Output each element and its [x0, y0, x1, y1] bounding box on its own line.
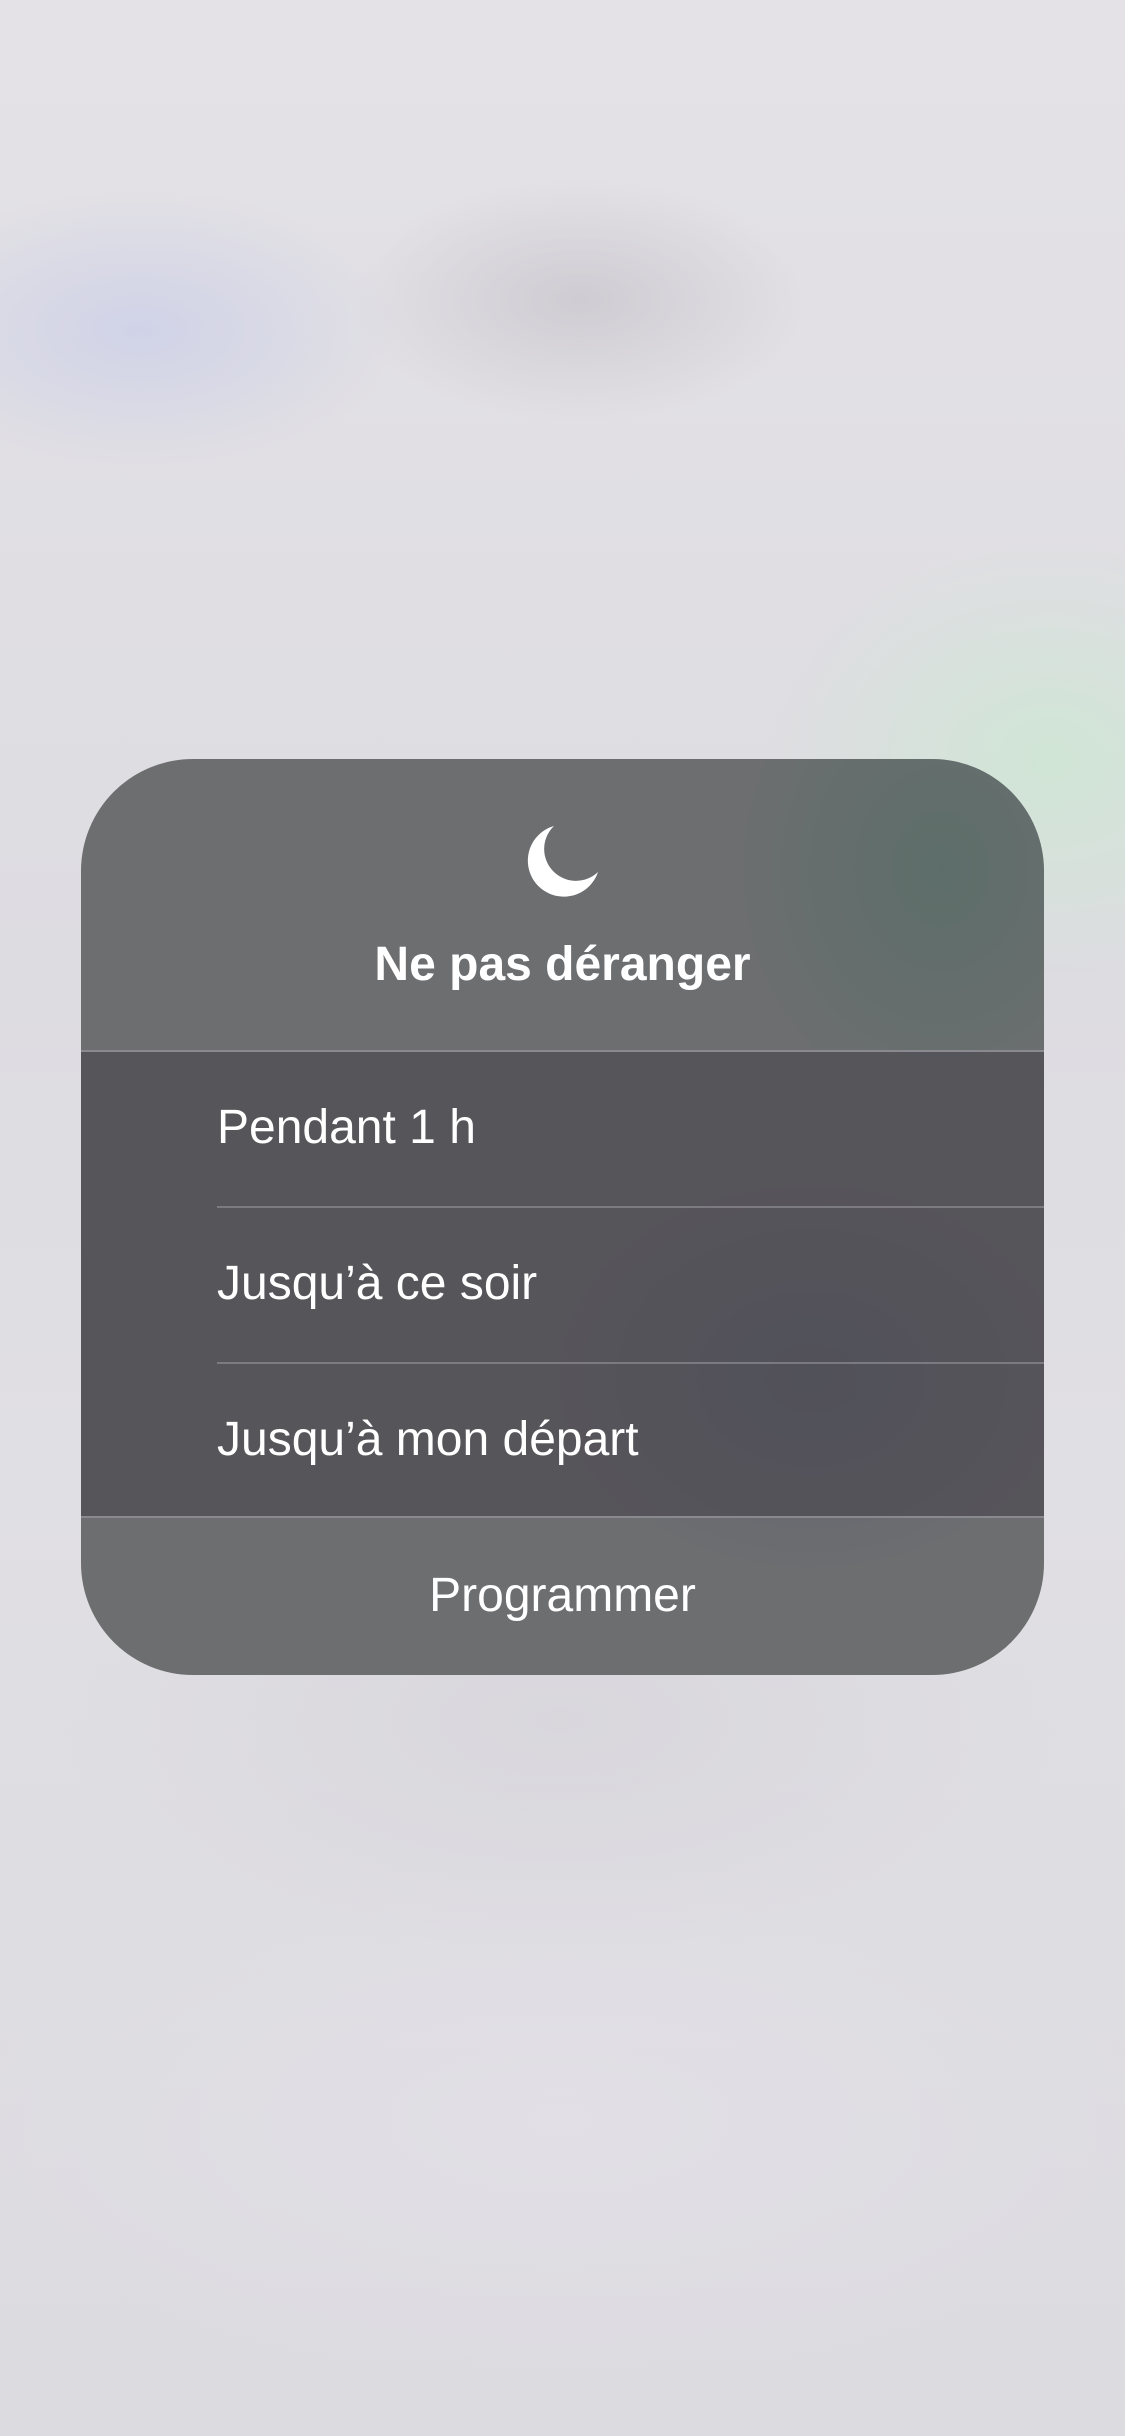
do-not-disturb-menu: Ne pas déranger Pendant 1 h Jusqu’à ce s…: [81, 759, 1044, 1675]
option-until-evening[interactable]: Jusqu’à ce soir: [81, 1208, 1044, 1364]
option-label: Jusqu’à mon départ: [217, 1413, 639, 1466]
schedule-label: Programmer: [429, 1569, 696, 1622]
menu-title: Ne pas déranger: [374, 938, 751, 991]
menu-header: Ne pas déranger: [81, 759, 1044, 1050]
option-until-leave[interactable]: Jusqu’à mon départ: [81, 1364, 1044, 1520]
option-label: Jusqu’à ce soir: [217, 1257, 538, 1310]
schedule-button[interactable]: Programmer: [81, 1518, 1044, 1675]
duration-options: Pendant 1 h Jusqu’à ce soir Jusqu’à mon …: [81, 1050, 1044, 1518]
moon-icon: [527, 826, 598, 897]
option-label: Pendant 1 h: [217, 1101, 476, 1154]
option-one-hour[interactable]: Pendant 1 h: [81, 1052, 1044, 1208]
